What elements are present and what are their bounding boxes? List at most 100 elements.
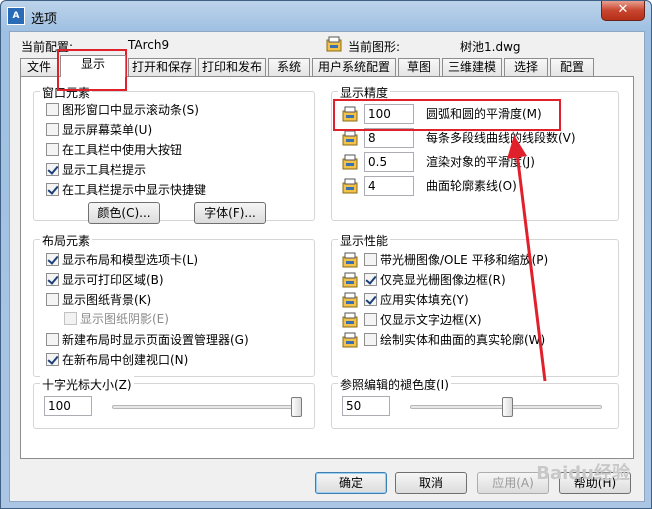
tab-files[interactable]: 文件 [20,58,58,76]
checkbox-box [46,103,59,116]
checkbox-label: 仅亮显光栅图像边框(R) [380,273,506,287]
checkbox-large-buttons[interactable]: 在工具栏中使用大按钮 [46,142,182,158]
close-button[interactable]: ✕ [601,1,645,21]
tab-plot-publish[interactable]: 打印和发布 [198,58,266,76]
checkbox-label: 应用实体填充(Y) [380,293,469,307]
layout-elements-title: 布局元素 [40,232,93,249]
drawing-setting-icon [342,272,358,288]
xref-fade-title: 参照编辑的褪色度(I) [338,376,451,393]
tab-user-preferences[interactable]: 用户系统配置 [312,58,396,76]
checkbox-box [364,293,377,306]
display-performance-group: 显示性能 带光栅图像/OLE 平移和缩放(P) 仅亮显光栅图像边框(R) 应用实… [331,232,619,377]
current-profile-label: 当前配置: [21,40,74,54]
tab-3d-modeling[interactable]: 三维建模 [442,58,502,76]
tab-open-save[interactable]: 打开和保存 [128,58,196,76]
xref-fade-group: 参照编辑的褪色度(I) 50 [331,376,619,429]
checkbox-tooltips[interactable]: 显示工具栏提示 [46,162,146,178]
checkbox-label: 在工具栏提示中显示快捷键 [62,183,207,197]
xref-fade-slider-thumb[interactable] [502,397,513,417]
crosshair-slider-thumb[interactable] [291,397,302,417]
checkbox-printable-area[interactable]: 显示可打印区域(B) [46,272,164,288]
checkbox-label: 显示布局和模型选项卡(L) [62,253,199,267]
checkbox-box [46,273,59,286]
window-title: 选项 [31,12,58,27]
title-bar[interactable]: A 选项 ✕ [1,1,651,31]
checkbox-text-frame[interactable]: 仅显示文字边框(X) [364,312,482,328]
checkbox-box [46,183,59,196]
checkbox-box [46,163,59,176]
checkbox-paper-background[interactable]: 显示图纸背景(K) [46,292,151,308]
checkbox-scrollbars[interactable]: 图形窗口中显示滚动条(S) [46,102,199,118]
autocad-icon: A [7,7,25,25]
cancel-button[interactable]: 取消 [395,472,467,494]
contour-lines-input[interactable]: 4 [364,176,414,196]
checkbox-shortcut-tooltips[interactable]: 在工具栏提示中显示快捷键 [46,182,206,198]
checkbox-box [46,143,59,156]
render-smoothness-input[interactable]: 0.5 [364,152,414,172]
fonts-button[interactable]: 字体(F)... [194,202,266,224]
polyline-segments-input[interactable]: 8 [364,128,414,148]
checkbox-box [364,273,377,286]
checkbox-solid-fill[interactable]: 应用实体填充(Y) [364,292,469,308]
crosshair-size-input[interactable]: 100 [44,396,92,416]
checkbox-paper-shadow[interactable]: 显示图纸阴影(E) [64,311,169,327]
checkbox-page-setup-manager[interactable]: 新建布局时显示页面设置管理器(G) [46,332,249,348]
ok-button[interactable]: 确定 [315,472,387,494]
drawing-setting-icon [342,130,358,146]
tab-drafting[interactable]: 草图 [398,58,440,76]
tab-selection[interactable]: 选择 [504,58,548,76]
drawing-setting-icon [342,252,358,268]
checkbox-box [364,253,377,266]
checkbox-label: 显示图纸阴影(E) [80,312,169,326]
arc-smoothness-input[interactable]: 100 [364,104,414,124]
checkbox-highlight-raster-frame[interactable]: 仅亮显光栅图像边框(R) [364,272,506,288]
xref-fade-input[interactable]: 50 [342,396,390,416]
display-performance-title: 显示性能 [338,232,391,249]
watermark: Baidu经验 [536,463,630,484]
checkbox-screen-menu[interactable]: 显示屏幕菜单(U) [46,122,152,138]
checkbox-box [46,123,59,136]
checkbox-label: 仅显示文字边框(X) [380,313,482,327]
checkbox-label: 在工具栏中使用大按钮 [62,143,183,157]
current-profile-value: TArch9 [128,38,170,52]
window-elements-group: 窗口元素 图形窗口中显示滚动条(S) 显示屏幕菜单(U) 在工具栏中使用大按钮 … [33,84,315,224]
checkbox-box [46,253,59,266]
checkbox-box [364,313,377,326]
checkbox-label: 显示屏幕菜单(U) [62,123,153,137]
checkbox-layout-tabs[interactable]: 显示布局和模型选项卡(L) [46,252,198,268]
checkbox-create-viewport[interactable]: 在新布局中创建视口(N) [46,352,188,368]
crosshair-size-title: 十字光标大小(Z) [40,376,134,393]
checkbox-box [46,333,59,346]
drawing-setting-icon [342,154,358,170]
window-elements-title: 窗口元素 [40,84,93,101]
crosshair-slider-track[interactable] [112,405,300,409]
checkbox-box [364,333,377,346]
tab-profiles[interactable]: 配置 [550,58,594,76]
annotation-arrow-icon [507,135,547,382]
checkbox-label: 显示图纸背景(K) [62,293,152,307]
drawing-setting-icon [342,106,358,122]
arc-smoothness-label: 圆弧和圆的平滑度(M) [426,107,542,121]
drawing-setting-icon [342,332,358,348]
display-resolution-title: 显示精度 [338,84,391,101]
drawing-file-icon [326,36,342,52]
crosshair-size-group: 十字光标大小(Z) 100 [33,376,315,429]
layout-elements-group: 布局元素 显示布局和模型选项卡(L) 显示可打印区域(B) 显示图纸背景(K) … [33,232,315,377]
checkbox-box [46,353,59,366]
display-resolution-group: 显示精度 100 圆弧和圆的平滑度(M) 8 每条多段线曲线的线段数(V) 0.… [331,84,619,221]
checkbox-label: 显示可打印区域(B) [62,273,164,287]
checkbox-label: 在新布局中创建视口(N) [62,353,189,367]
current-drawing-label: 当前图形: [348,40,401,54]
options-dialog: A 选项 ✕ 当前配置: TArch9 当前图形: 树池1.dwg 文件 显示 … [0,0,652,509]
tab-system[interactable]: 系统 [268,58,310,76]
current-drawing-value: 树池1.dwg [460,40,521,54]
close-icon: ✕ [617,2,629,17]
checkbox-label: 新建布局时显示页面设置管理器(G) [62,333,249,347]
drawing-setting-icon [342,178,358,194]
checkbox-box [64,312,77,325]
drawing-setting-icon [342,312,358,328]
colors-button[interactable]: 颜色(C)... [88,202,160,224]
checkbox-label: 图形窗口中显示滚动条(S) [62,103,199,117]
checkbox-box [46,293,59,306]
tab-display[interactable]: 显示 [60,55,126,77]
